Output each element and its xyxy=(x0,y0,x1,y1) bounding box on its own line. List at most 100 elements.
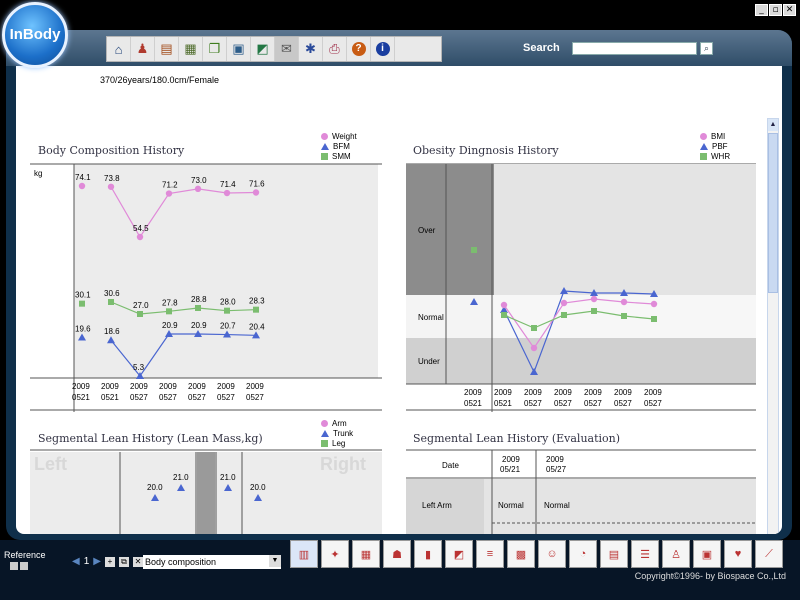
book-icon[interactable]: ▤ xyxy=(155,37,179,61)
thumb-person-icon[interactable]: ♙ xyxy=(662,540,690,568)
thumb-bars-icon[interactable]: ▮ xyxy=(414,540,442,568)
thumb-grid-icon[interactable]: ▩ xyxy=(507,540,535,568)
smm-label: 27.0 xyxy=(133,301,149,310)
thumb-table-icon[interactable]: ▦ xyxy=(352,540,380,568)
legend-circle-icon xyxy=(321,132,328,140)
help-icon[interactable]: ? xyxy=(347,37,371,61)
bmi-point xyxy=(590,295,598,303)
legend-whr: WHR xyxy=(711,151,731,161)
home-icon[interactable]: ⌂ xyxy=(107,37,131,61)
app-logo: InBody xyxy=(2,2,68,68)
chart-icon[interactable]: ◩ xyxy=(251,37,275,61)
date-year: 2009 xyxy=(246,382,264,391)
thumb-hearts-icon[interactable]: ♥ xyxy=(724,540,752,568)
plot-background xyxy=(74,164,378,378)
delete-icon[interactable]: ✕ xyxy=(132,556,143,567)
date-year: 2009 xyxy=(217,382,235,391)
add-icon[interactable]: + xyxy=(104,556,115,567)
thumb-chart-icon[interactable]: ◩ xyxy=(445,540,473,568)
smm-point xyxy=(195,305,201,311)
page-number: 1 xyxy=(83,556,90,567)
thumb-body-composition-icon[interactable]: ▥ xyxy=(290,540,318,568)
band-under: Under xyxy=(418,357,440,366)
header-col2-day: 05/27 xyxy=(546,465,567,474)
notes-icon[interactable]: ▦ xyxy=(179,37,203,61)
thumb-body-icon[interactable]: ☗ xyxy=(383,540,411,568)
thumb-segments-icon[interactable]: ✦ xyxy=(321,540,349,568)
date-day: 0527 xyxy=(554,399,572,408)
date-year: 2009 xyxy=(554,388,572,397)
toolbar: ⌂ ♟ ▤ ▦ ❐ ▣ ◩ ✉ ✱ ⎙ ? i xyxy=(106,36,442,62)
legend-arm: Arm xyxy=(332,418,347,428)
chevron-down-icon[interactable]: ▼ xyxy=(269,555,281,567)
app-frame: ⌂ ♟ ▤ ▦ ❐ ▣ ◩ ✉ ✱ ⎙ ? i Search ⌕ 370/26y… xyxy=(6,30,792,540)
thumb-list-icon[interactable]: ☰ xyxy=(631,540,659,568)
edit-icon[interactable] xyxy=(20,562,28,570)
gear-icon[interactable]: ✱ xyxy=(299,37,323,61)
grid-icon[interactable] xyxy=(10,562,18,570)
legend-square-icon xyxy=(321,439,328,447)
vertical-scrollbar[interactable]: ▲ ▼ xyxy=(767,118,779,534)
window-controls: _ ▫ ✕ xyxy=(755,4,796,16)
person-icon[interactable]: ♟ xyxy=(131,37,155,61)
thumb-photo-icon[interactable]: ▣ xyxy=(693,540,721,568)
legend-bmi: BMI xyxy=(711,131,726,141)
over-band xyxy=(494,164,756,295)
copy-page-icon[interactable]: ⧉ xyxy=(118,556,129,567)
thumb-timeline-icon[interactable]: ≡ xyxy=(476,540,504,568)
weight-label: 71.6 xyxy=(249,180,265,189)
weight-label: 71.2 xyxy=(162,181,178,190)
copy-icon[interactable]: ❐ xyxy=(203,37,227,61)
legend-circle-icon xyxy=(321,419,328,427)
segmental-eval-table: Date200905/21200905/27Left Arm Normal Norm… xyxy=(406,449,756,534)
next-page-icon[interactable]: ▶ xyxy=(93,556,101,567)
smm-point xyxy=(224,307,230,314)
search-input[interactable] xyxy=(572,42,697,55)
report-select[interactable]: Body composition ▼ xyxy=(143,555,281,569)
close-button[interactable]: ✕ xyxy=(783,4,796,16)
patient-profile: 370/26years/180.0cm/Female xyxy=(100,75,220,85)
maximize-button[interactable]: ▫ xyxy=(769,4,782,16)
minimize-button[interactable]: _ xyxy=(755,4,768,16)
date-year: 2009 xyxy=(614,388,632,397)
segmental-eval-title: Segmental Lean History (Evaluation) xyxy=(413,432,621,445)
print-icon[interactable]: ⎙ xyxy=(323,37,347,61)
bottom-bar: Reference ◀ 1 ▶ + ⧉ ✕ Body composition ▼… xyxy=(0,540,800,600)
frame-icon[interactable]: ▣ xyxy=(227,37,251,61)
date-year: 2009 xyxy=(464,388,482,397)
bmi-point xyxy=(560,299,568,307)
search-icon[interactable]: ⌕ xyxy=(700,42,713,55)
obesity-chart: Over Normal Under 2009 0521 2009 0521 2009 0527 2… xyxy=(406,163,756,412)
date-day: 0527 xyxy=(130,393,148,402)
bfm-label: 20.7 xyxy=(220,322,236,331)
info-icon[interactable]: i xyxy=(371,37,395,61)
date-day: 0527 xyxy=(584,399,602,408)
body-composition-legend: Weight BFM SMM xyxy=(321,131,357,161)
thumb-pie-icon[interactable]: ◔ xyxy=(569,540,597,568)
band-normal: Normal xyxy=(418,313,444,322)
legend-weight: Weight xyxy=(332,131,357,141)
whr-point xyxy=(621,313,627,319)
date-day: 0521 xyxy=(72,393,90,402)
legend-triangle-icon xyxy=(321,142,329,150)
legend-square-icon xyxy=(321,152,328,160)
scroll-thumb[interactable] xyxy=(768,133,778,293)
thumb-doc-icon[interactable]: ▤ xyxy=(600,540,628,568)
bfm-label: 5.3 xyxy=(133,363,145,372)
bmi-point xyxy=(620,298,628,306)
scroll-up-icon[interactable]: ▲ xyxy=(768,119,778,131)
date-year: 2009 xyxy=(584,388,602,397)
mail-icon[interactable]: ✉ xyxy=(275,37,299,61)
whr-point xyxy=(501,312,507,318)
thumb-line-icon[interactable]: ⟋ xyxy=(755,540,783,568)
page-nav: ◀ 1 ▶ + ⧉ ✕ xyxy=(72,556,143,567)
search-label: Search xyxy=(523,42,560,54)
date-day: 0521 xyxy=(464,399,482,408)
smm-point xyxy=(137,311,143,317)
date-day: 0527 xyxy=(159,393,177,402)
row-value: Normal xyxy=(498,501,524,510)
center-trunk-bar xyxy=(197,452,215,534)
thumb-figure-icon[interactable]: ☺ xyxy=(538,540,566,568)
right-label: Right xyxy=(320,454,366,474)
prev-page-icon[interactable]: ◀ xyxy=(72,556,80,567)
